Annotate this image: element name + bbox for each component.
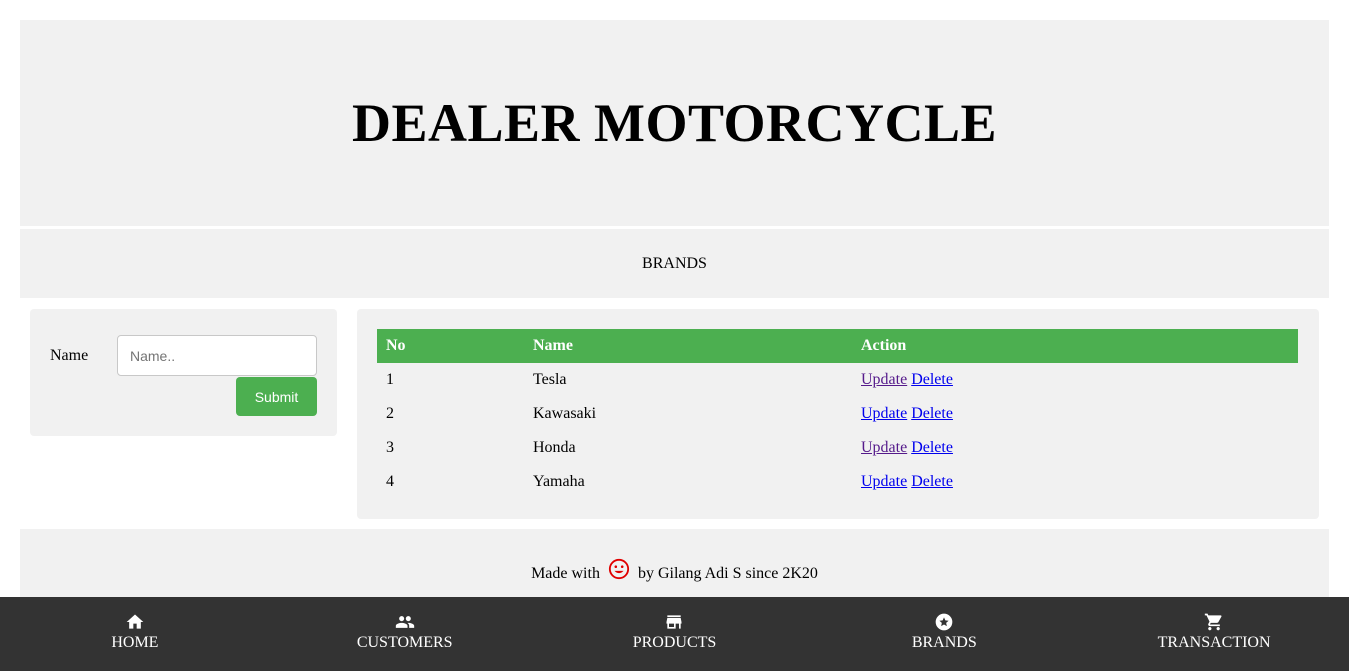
nav-label-home: HOME — [111, 634, 159, 651]
header-action: Action — [852, 329, 1298, 363]
table-header-row: No Name Action — [377, 329, 1298, 363]
cart-icon — [1204, 613, 1222, 631]
star-circle-icon — [935, 613, 953, 631]
row-name: Yamaha — [533, 473, 585, 490]
section-title-bar: BRANDS — [20, 229, 1329, 298]
update-link[interactable]: Update — [861, 371, 907, 388]
delete-link[interactable]: Delete — [911, 371, 953, 388]
store-icon — [666, 615, 682, 629]
brand-form: Name Submit — [30, 309, 337, 436]
delete-link[interactable]: Delete — [911, 439, 953, 456]
nav-item-home[interactable]: HOME — [0, 597, 270, 671]
row-name: Tesla — [533, 371, 567, 388]
row-no: 4 — [386, 473, 394, 490]
delete-link[interactable]: Delete — [911, 405, 953, 422]
row-actions: Update Delete — [852, 363, 1298, 397]
table-row: 1 Tesla Update Delete — [377, 363, 1298, 397]
name-label: Name — [50, 347, 89, 364]
people-icon — [395, 616, 414, 628]
row-no: 2 — [386, 405, 394, 422]
table-row: 3 Honda Update Delete — [377, 431, 1298, 465]
section-title: BRANDS — [642, 254, 707, 272]
nav-label-products: PRODUCTS — [632, 634, 717, 651]
header: DEALER MOTORCYCLE — [20, 20, 1329, 226]
update-link[interactable]: Update — [861, 439, 907, 456]
smiley-icon — [608, 558, 630, 580]
nav-label-transaction: TRANSACTION — [1157, 634, 1271, 651]
nav-item-products[interactable]: PRODUCTS — [540, 597, 810, 671]
row-actions: Update Delete — [852, 397, 1298, 431]
header-no: No — [377, 329, 524, 363]
row-no: 3 — [386, 439, 394, 456]
update-link[interactable]: Update — [861, 405, 907, 422]
row-no: 1 — [386, 371, 394, 388]
nav-item-transaction[interactable]: TRANSACTION — [1079, 597, 1349, 671]
nav-label-brands: BRANDS — [911, 634, 977, 651]
brands-table: No Name Action 1 Tesla Update Delete 2 K… — [377, 329, 1298, 499]
header-name: Name — [524, 329, 852, 363]
row-name: Kawasaki — [533, 405, 597, 422]
bottom-navbar: HOME CUSTOMERS PRODUCTS BRANDS TRANSACTI… — [0, 597, 1349, 671]
nav-label-customers: CUSTOMERS — [356, 634, 453, 651]
name-input[interactable] — [117, 335, 317, 376]
nav-item-brands[interactable]: BRANDS — [809, 597, 1079, 671]
submit-button[interactable]: Submit — [236, 377, 317, 416]
table-row: 4 Yamaha Update Delete — [377, 465, 1298, 499]
row-actions: Update Delete — [852, 465, 1298, 499]
footer-suffix: by Gilang Adi S since 2K20 — [637, 565, 818, 582]
footer: Made with by Gilang Adi S since 2K20 — [20, 529, 1329, 597]
home-icon — [126, 614, 144, 629]
footer-text: Made with by Gilang Adi S since 2K20 — [531, 558, 818, 583]
nav-item-customers[interactable]: CUSTOMERS — [270, 597, 540, 671]
table-row: 2 Kawasaki Update Delete — [377, 397, 1298, 431]
brands-table-card: No Name Action 1 Tesla Update Delete 2 K… — [357, 309, 1319, 519]
delete-link[interactable]: Delete — [911, 473, 953, 490]
update-link[interactable]: Update — [861, 473, 907, 490]
row-name: Honda — [533, 439, 576, 456]
footer-prefix: Made with — [531, 565, 600, 582]
page-title: DEALER MOTORCYCLE — [351, 93, 998, 153]
row-actions: Update Delete — [852, 431, 1298, 465]
